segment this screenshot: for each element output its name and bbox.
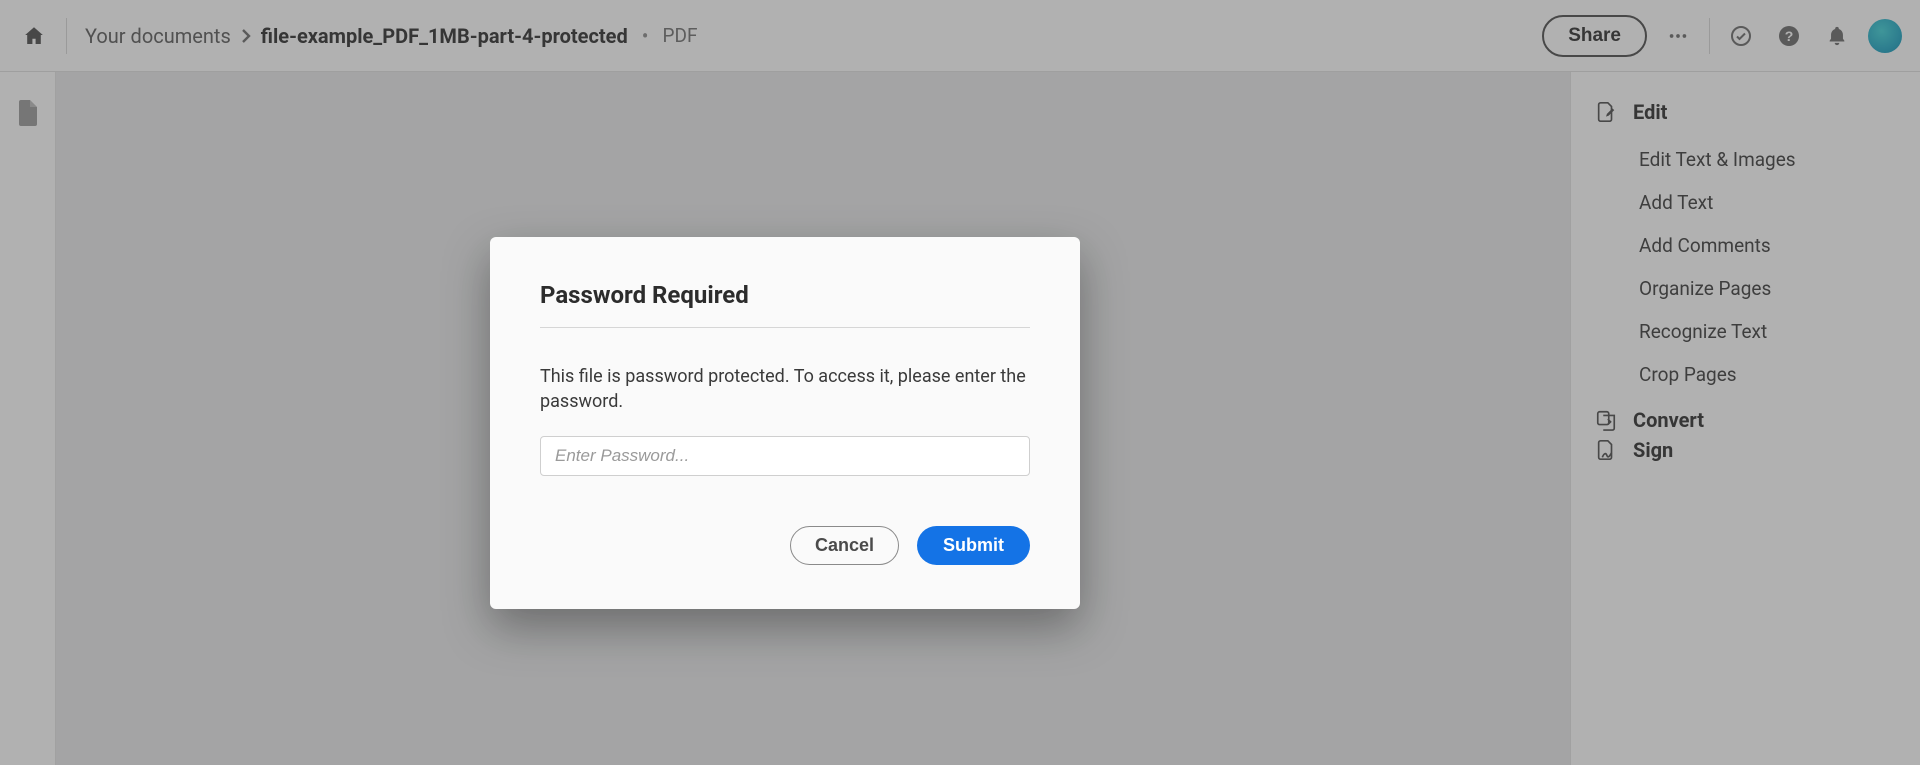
- svg-text:?: ?: [1785, 28, 1794, 44]
- left-rail: [0, 72, 56, 765]
- breadcrumb: Your documents file-example_PDF_1MB-part…: [85, 24, 697, 48]
- tool-group-edit[interactable]: Edit: [1595, 100, 1896, 124]
- bell-icon[interactable]: [1820, 19, 1854, 53]
- check-circle-icon[interactable]: [1724, 19, 1758, 53]
- header-actions: Share ?: [1542, 15, 1902, 57]
- tools-panel: Edit Edit Text & Images Add Text Add Com…: [1570, 72, 1920, 765]
- tool-recognize-text[interactable]: Recognize Text: [1639, 310, 1896, 353]
- tool-crop-pages[interactable]: Crop Pages: [1639, 353, 1896, 396]
- edit-pdf-icon: [1595, 101, 1619, 123]
- chevron-right-icon: [241, 28, 251, 44]
- password-modal: Password Required This file is password …: [490, 237, 1080, 609]
- sign-icon: [1595, 439, 1619, 461]
- file-type-label: PDF: [663, 24, 698, 47]
- tool-group-edit-items: Edit Text & Images Add Text Add Comments…: [1639, 138, 1896, 396]
- modal-title: Password Required: [540, 281, 1030, 309]
- divider: [540, 327, 1030, 328]
- tool-group-convert[interactable]: Convert: [1595, 408, 1896, 432]
- app-header: Your documents file-example_PDF_1MB-part…: [0, 0, 1920, 72]
- password-input[interactable]: [540, 436, 1030, 476]
- breadcrumb-root[interactable]: Your documents: [85, 24, 231, 48]
- tool-organize-pages[interactable]: Organize Pages: [1639, 267, 1896, 310]
- help-icon[interactable]: ?: [1772, 19, 1806, 53]
- modal-message: This file is password protected. To acce…: [540, 364, 1030, 414]
- separator-dot: •: [638, 24, 653, 48]
- share-button[interactable]: Share: [1542, 15, 1647, 57]
- tool-add-text[interactable]: Add Text: [1639, 181, 1896, 224]
- divider: [66, 18, 67, 54]
- home-icon[interactable]: [20, 22, 48, 50]
- modal-actions: Cancel Submit: [540, 526, 1030, 565]
- convert-icon: [1595, 409, 1619, 431]
- tool-add-comments[interactable]: Add Comments: [1639, 224, 1896, 267]
- submit-button[interactable]: Submit: [917, 526, 1030, 565]
- avatar[interactable]: [1868, 19, 1902, 53]
- tool-group-label: Edit: [1633, 100, 1667, 124]
- tool-edit-text-images[interactable]: Edit Text & Images: [1639, 138, 1896, 181]
- tool-group-sign[interactable]: Sign: [1595, 438, 1896, 462]
- tool-group-label: Sign: [1633, 438, 1673, 462]
- more-icon[interactable]: [1661, 19, 1695, 53]
- document-thumbnail-icon[interactable]: [17, 100, 39, 126]
- tool-group-label: Convert: [1633, 408, 1704, 432]
- divider: [1709, 18, 1710, 54]
- cancel-button[interactable]: Cancel: [790, 526, 899, 565]
- breadcrumb-current: file-example_PDF_1MB-part-4-protected: [261, 24, 628, 48]
